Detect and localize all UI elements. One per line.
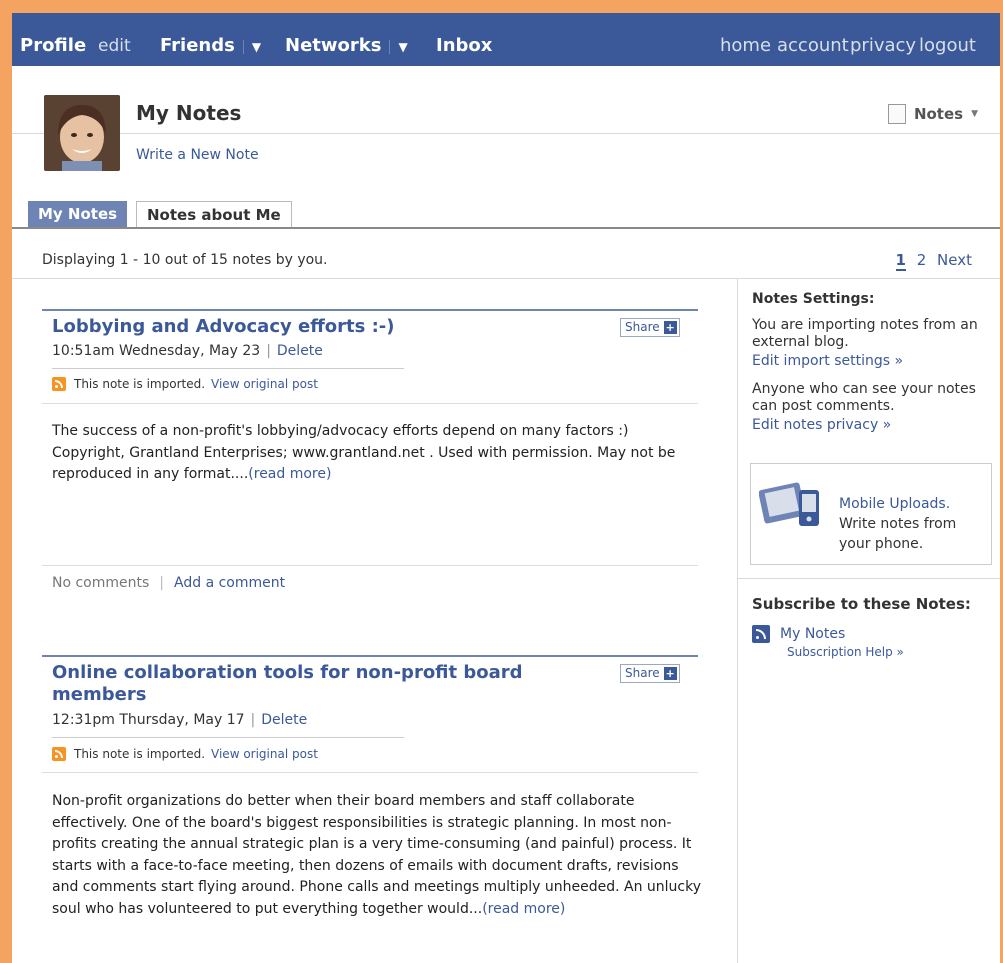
- divider: [12, 133, 1000, 134]
- page-frame: Profile edit Friends ▼ Networks ▼ Inbox ho…: [12, 13, 1000, 963]
- divider: [12, 278, 1000, 279]
- importing-text: You are importing notes from an external…: [752, 317, 978, 350]
- note-title-link[interactable]: Lobbying and Advocacy efforts :-): [52, 316, 592, 338]
- mobile-uploads-link[interactable]: Mobile Uploads.: [839, 494, 956, 514]
- edit-import-settings-link[interactable]: Edit import settings »: [752, 353, 997, 369]
- subscribe-panel: Subscribe to these Notes: My Notes Subsc…: [752, 595, 997, 659]
- notes-menu[interactable]: Notes ▼: [887, 104, 978, 124]
- share-label: Share: [625, 320, 660, 334]
- separator: |: [266, 343, 271, 359]
- divider: [42, 403, 698, 404]
- mobile-phone-icon: [759, 482, 819, 526]
- separator: |: [159, 575, 165, 591]
- imported-notice: This note is imported. View original pos…: [52, 377, 318, 391]
- note-meta: 10:51am Wednesday, May 23 | Delete: [52, 343, 323, 359]
- sidebar-divider: [737, 278, 738, 963]
- rss-icon: [52, 377, 66, 391]
- nav-networks-label: Networks: [285, 35, 382, 56]
- nav-inbox-link[interactable]: Inbox: [436, 13, 492, 66]
- notes-settings-title: Notes Settings:: [752, 291, 875, 307]
- note-title-link[interactable]: Online collaboration tools for non-profi…: [52, 662, 592, 706]
- share-button[interactable]: Share +: [620, 664, 680, 683]
- note-body: Non-profit organizations do better when …: [52, 791, 702, 920]
- divider: [52, 368, 404, 369]
- mobile-text-line2: your phone.: [839, 536, 924, 552]
- top-navigation-bar: Profile edit Friends ▼ Networks ▼ Inbox ho…: [12, 13, 1000, 66]
- subscribe-my-notes[interactable]: My Notes: [752, 625, 997, 643]
- no-comments-text: No comments: [52, 575, 150, 591]
- nav-profile-link[interactable]: Profile: [20, 13, 86, 66]
- view-original-post-link[interactable]: View original post: [211, 747, 318, 761]
- nav-friends-menu[interactable]: Friends ▼: [160, 13, 262, 66]
- nav-account-link[interactable]: account: [777, 13, 849, 66]
- displaying-count: Displaying 1 - 10 out of 15 notes by you…: [42, 252, 328, 268]
- tab-notes-about-me[interactable]: Notes about Me: [136, 201, 292, 227]
- divider: [738, 578, 1000, 579]
- nav-networks-menu[interactable]: Networks ▼: [285, 13, 408, 66]
- my-notes-feed-link[interactable]: My Notes: [780, 626, 845, 642]
- subscription-help-link[interactable]: Subscription Help »: [787, 645, 997, 659]
- nav-home-link[interactable]: home: [720, 13, 771, 66]
- notes-settings-panel: Notes Settings: You are importing notes …: [752, 291, 997, 433]
- rss-icon: [52, 747, 66, 761]
- page-2-link[interactable]: 2: [917, 251, 927, 269]
- divider: [42, 565, 698, 566]
- read-more-link[interactable]: (read more): [482, 901, 565, 917]
- nav-edit-link[interactable]: edit: [98, 13, 131, 66]
- note-top-border: [42, 655, 698, 657]
- comments-bar: No comments | Add a comment: [52, 575, 285, 591]
- note-timestamp: 10:51am Wednesday, May 23: [52, 343, 261, 359]
- chevron-down-icon: ▼: [971, 109, 978, 119]
- note-body-text: The success of a non-profit's lobbying/a…: [52, 423, 676, 482]
- nav-privacy-link[interactable]: privacy: [850, 13, 916, 66]
- imported-notice: This note is imported. View original pos…: [52, 747, 318, 761]
- chevron-down-icon[interactable]: ▼: [389, 40, 408, 54]
- tab-my-notes[interactable]: My Notes: [28, 201, 128, 227]
- edit-notes-privacy-link[interactable]: Edit notes privacy »: [752, 417, 997, 433]
- note-body: The success of a non-profit's lobbying/a…: [52, 421, 702, 486]
- view-original-post-link[interactable]: View original post: [211, 377, 318, 391]
- subscribe-title: Subscribe to these Notes:: [752, 595, 971, 613]
- avatar[interactable]: [44, 95, 120, 171]
- separator: |: [250, 712, 256, 728]
- page-title: My Notes: [136, 101, 242, 125]
- tab-underline: [12, 227, 1000, 229]
- delete-link[interactable]: Delete: [277, 343, 323, 359]
- pagination: 1 2 Next: [895, 251, 972, 271]
- privacy-text: Anyone who can see your notes can post c…: [752, 381, 976, 414]
- nav-friends-label: Friends: [160, 35, 235, 56]
- delete-link[interactable]: Delete: [261, 712, 307, 728]
- note-body-text: Non-profit organizations do better when …: [52, 793, 702, 917]
- mobile-text-line1: Write notes from: [839, 516, 957, 532]
- share-label: Share: [625, 666, 660, 680]
- divider: [52, 737, 404, 738]
- plus-icon: +: [663, 667, 677, 680]
- note-meta: 12:31pm Thursday, May 17 | Delete: [52, 712, 307, 728]
- next-page-link[interactable]: Next: [937, 251, 972, 269]
- profile-photo-icon: [44, 95, 120, 171]
- note-top-border: [42, 309, 698, 311]
- checkbox-icon: [887, 104, 906, 124]
- write-new-note-link[interactable]: Write a New Note: [136, 147, 259, 163]
- nav-logout-link[interactable]: logout: [919, 13, 976, 66]
- imported-text: This note is imported.: [74, 747, 206, 761]
- imported-text: This note is imported.: [74, 377, 206, 391]
- chevron-down-icon[interactable]: ▼: [242, 40, 262, 54]
- page-1-current: 1: [895, 251, 906, 271]
- note-timestamp: 12:31pm Thursday, May 17: [52, 712, 245, 728]
- rss-icon: [752, 625, 770, 643]
- plus-icon: +: [663, 321, 677, 334]
- read-more-link[interactable]: (read more): [248, 466, 331, 482]
- share-button[interactable]: Share +: [620, 318, 680, 337]
- divider: [42, 772, 698, 773]
- mobile-uploads-box: Mobile Uploads. Write notes from your ph…: [750, 463, 992, 565]
- add-comment-link[interactable]: Add a comment: [174, 575, 285, 591]
- notes-menu-label: Notes: [913, 105, 964, 123]
